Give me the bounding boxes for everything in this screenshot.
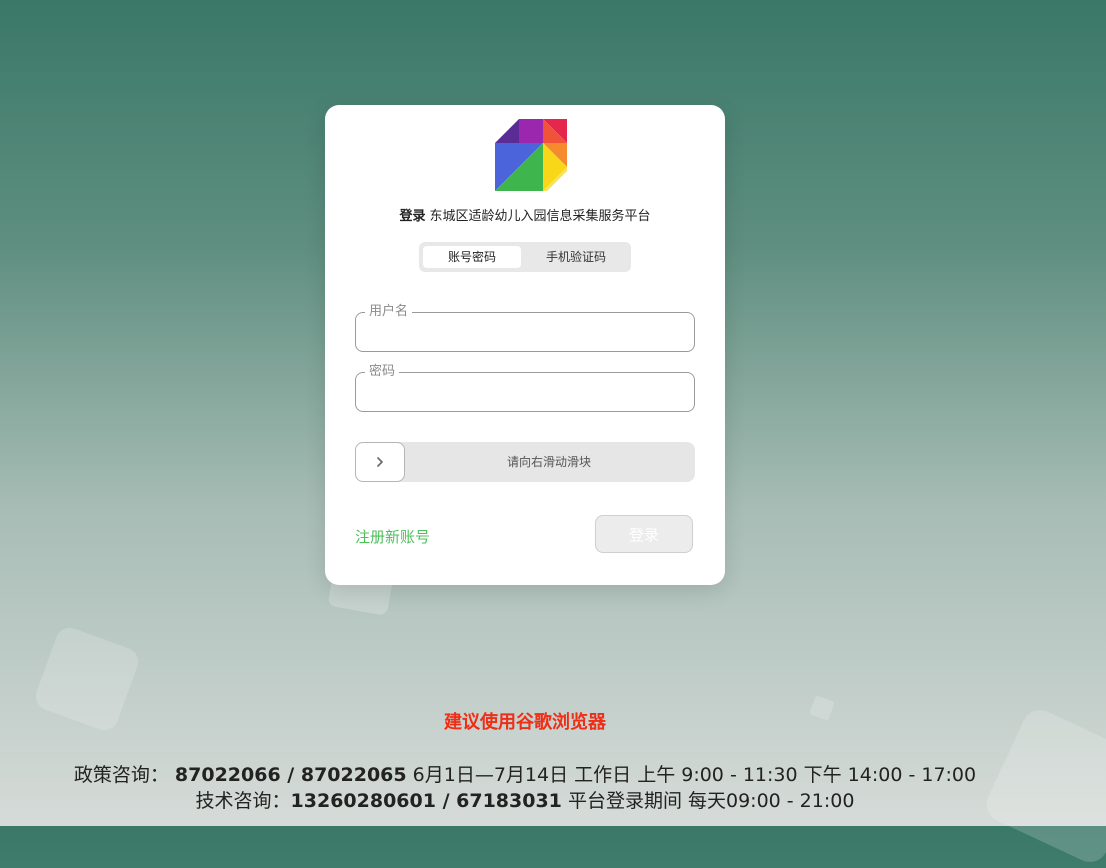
tech-contact: 技术咨询：13260280601 / 67183031 平台登录期间 每天09:…	[0, 786, 1050, 813]
policy-hours: 6月1日—7月14日 工作日 上午 9:00 - 11:30 下午 14:00 …	[412, 764, 977, 786]
policy-phones: 87022066 / 87022065	[174, 764, 407, 786]
password-input[interactable]	[368, 381, 684, 405]
username-input[interactable]	[368, 321, 684, 345]
login-button[interactable]: 登录	[595, 515, 693, 553]
platform-logo	[495, 119, 567, 191]
policy-label: 政策咨询：	[73, 764, 169, 786]
password-label: 密码	[365, 363, 400, 381]
login-card: 登录 东城区适龄幼儿入园信息采集服务平台 账号密码 手机验证码 用户名 密码 请向…	[325, 105, 725, 585]
tech-phones: 13260280601 / 67183031	[290, 790, 562, 812]
slider-captcha: 请向右滑动滑块	[355, 442, 695, 482]
browser-recommendation: 建议使用谷歌浏览器	[444, 712, 606, 733]
tech-hours: 平台登录期间 每天09:00 - 21:00	[567, 790, 855, 812]
register-link[interactable]: 注册新账号	[355, 526, 430, 547]
username-field[interactable]: 用户名	[355, 303, 695, 352]
slider-hint: 请向右滑动滑块	[506, 455, 591, 469]
tab-account-password[interactable]: 账号密码	[423, 246, 521, 268]
username-label: 用户名	[365, 303, 413, 321]
tab-sms-code[interactable]: 手机验证码	[525, 246, 627, 268]
platform-title: 东城区适龄幼儿入园信息采集服务平台	[429, 209, 651, 224]
login-heading: 登录 东城区适龄幼儿入园信息采集服务平台	[325, 205, 725, 224]
login-method-tabs: 账号密码 手机验证码	[419, 242, 631, 272]
tech-label: 技术咨询：	[195, 790, 291, 812]
chevron-right-icon	[377, 457, 383, 467]
policy-contact: 政策咨询： 87022066 / 87022065 6月1日—7月14日 工作日…	[0, 760, 1050, 787]
slider-handle[interactable]	[355, 442, 405, 482]
password-field[interactable]: 密码	[355, 363, 695, 412]
login-heading-bold: 登录	[399, 209, 426, 224]
